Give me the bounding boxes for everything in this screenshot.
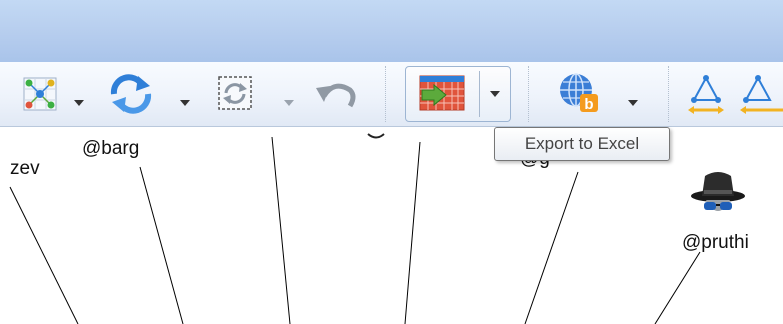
spy-hat-glasses-icon[interactable]: [690, 166, 746, 226]
web-bing-button[interactable]: b: [556, 72, 646, 116]
vertex-label-pruthi: @pruthi: [682, 232, 749, 253]
export-to-excel-button[interactable]: [405, 66, 511, 122]
split-divider: [479, 71, 480, 117]
dashed-refresh-icon: [218, 76, 252, 110]
svg-text:b: b: [584, 96, 593, 113]
graph-edge: [404, 141, 421, 324]
web-bing-dropdown-arrow-icon[interactable]: [628, 100, 638, 106]
toolbar: b: [0, 62, 783, 127]
export-to-excel-tooltip: Export to Excel: [494, 127, 670, 161]
toolbar-separator: [528, 66, 529, 122]
vertex-partial: [367, 133, 385, 139]
graph-edge: [9, 186, 79, 324]
layout-button[interactable]: [14, 72, 96, 116]
graph-layout-icon: [23, 77, 57, 111]
graph-edge: [524, 171, 579, 324]
dynamic-filter-dropdown-arrow-icon[interactable]: [284, 100, 294, 106]
refresh-arrows-icon: [110, 74, 152, 114]
toolbar-separator: [385, 66, 386, 122]
refresh-dropdown-arrow-icon[interactable]: [180, 100, 190, 106]
triangle-network-icon: [688, 75, 783, 114]
toolbar-separator: [668, 66, 669, 122]
refresh-button[interactable]: [106, 72, 196, 116]
export-dropdown-arrow-icon[interactable]: [490, 91, 500, 97]
graph-edge: [271, 136, 291, 324]
vertex-label-zev: zev: [10, 158, 40, 179]
globe-bing-icon: b: [560, 73, 598, 113]
vertex-label-barg: @barg: [82, 138, 140, 159]
layout-dropdown-arrow-icon[interactable]: [74, 100, 84, 106]
excel-export-icon: [419, 75, 465, 111]
window-titlebar: [0, 0, 783, 62]
graph-metrics-button[interactable]: [686, 72, 783, 116]
graph-edge: [139, 166, 184, 324]
graph-edge: [654, 251, 701, 324]
undo-button[interactable]: [310, 72, 360, 116]
dynamic-filter-button[interactable]: [214, 72, 298, 116]
undo-arrow-icon: [316, 83, 356, 108]
